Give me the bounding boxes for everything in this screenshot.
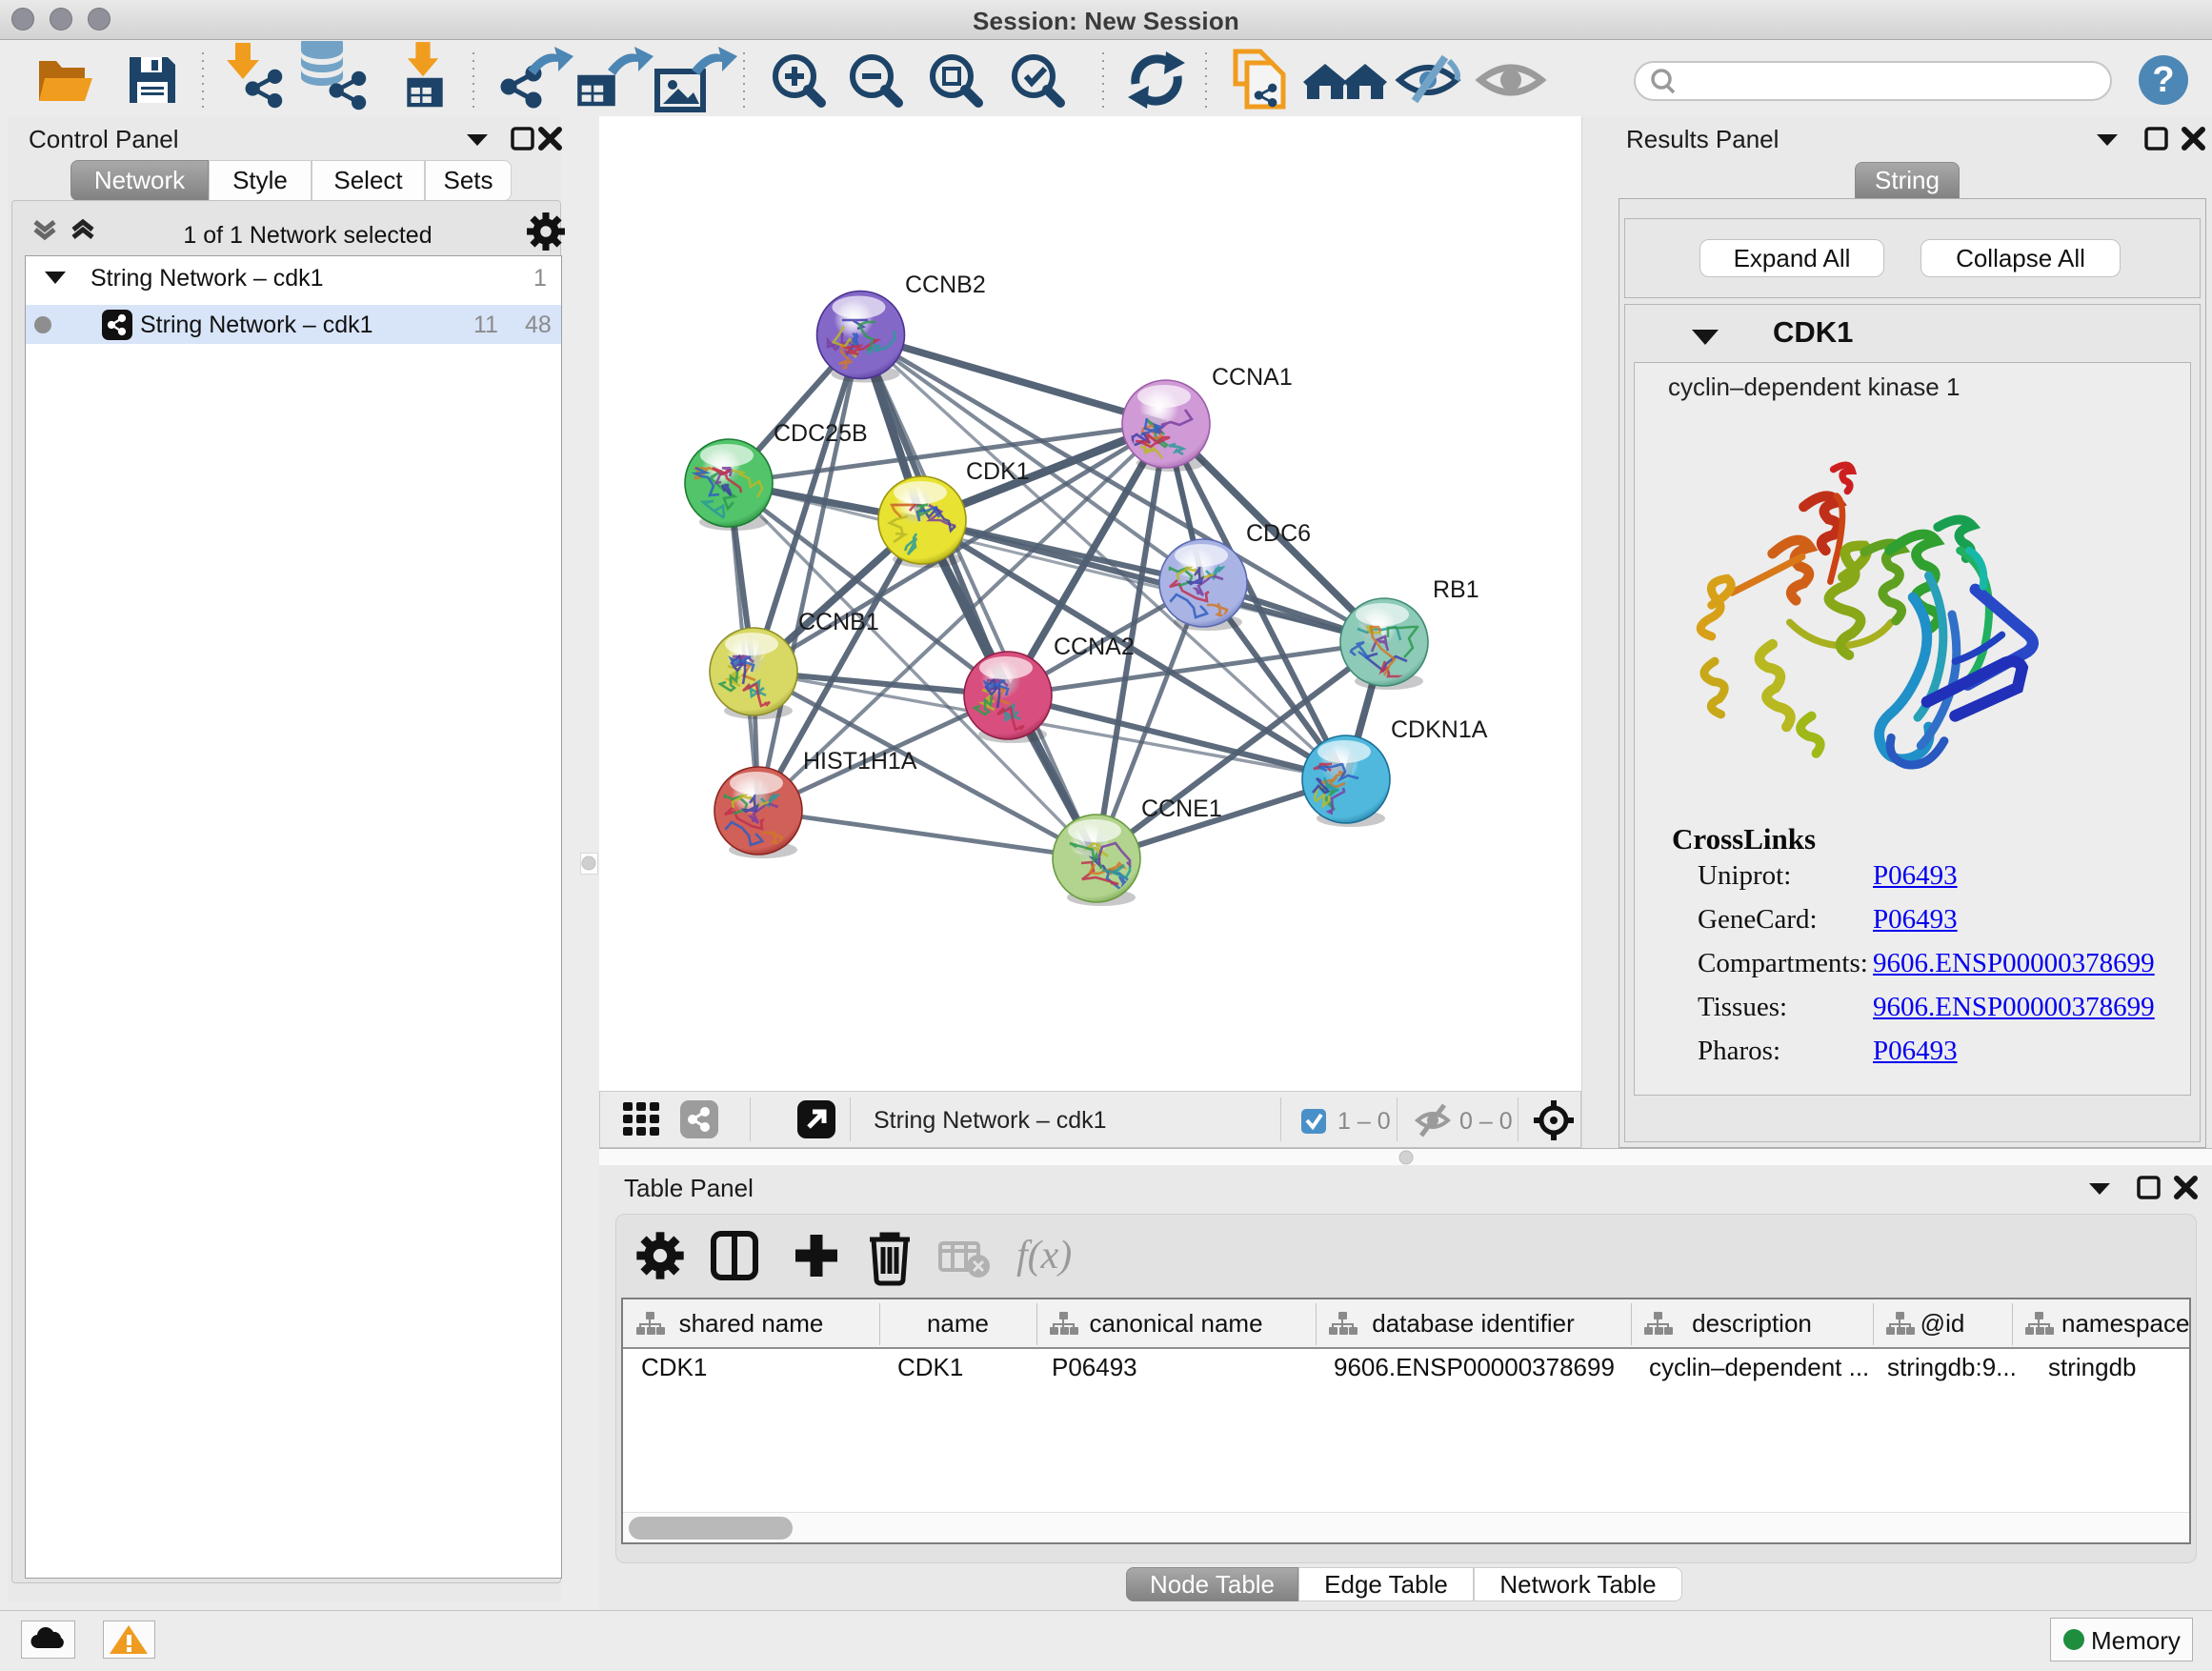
svg-text:RB1: RB1 bbox=[1433, 576, 1479, 603]
svg-text:0 – 0: 0 – 0 bbox=[1459, 1108, 1513, 1135]
svg-text:f(x): f(x) bbox=[1016, 1234, 1072, 1278]
svg-text:?: ? bbox=[2152, 60, 2174, 100]
svg-text:CDKN1A: CDKN1A bbox=[1391, 716, 1488, 743]
svg-text:CCNB2: CCNB2 bbox=[905, 272, 986, 298]
svg-text:CCNA2: CCNA2 bbox=[1054, 634, 1135, 660]
svg-text:CCNB1: CCNB1 bbox=[798, 609, 879, 635]
svg-text:HIST1H1A: HIST1H1A bbox=[803, 748, 917, 775]
svg-text:CCNA1: CCNA1 bbox=[1212, 364, 1293, 391]
svg-text:CDC6: CDC6 bbox=[1246, 520, 1311, 547]
svg-text:CDC25B: CDC25B bbox=[774, 420, 868, 447]
svg-text:CDK1: CDK1 bbox=[966, 458, 1030, 485]
svg-text:1 – 0: 1 – 0 bbox=[1337, 1108, 1391, 1135]
svg-text:CCNE1: CCNE1 bbox=[1141, 795, 1222, 822]
